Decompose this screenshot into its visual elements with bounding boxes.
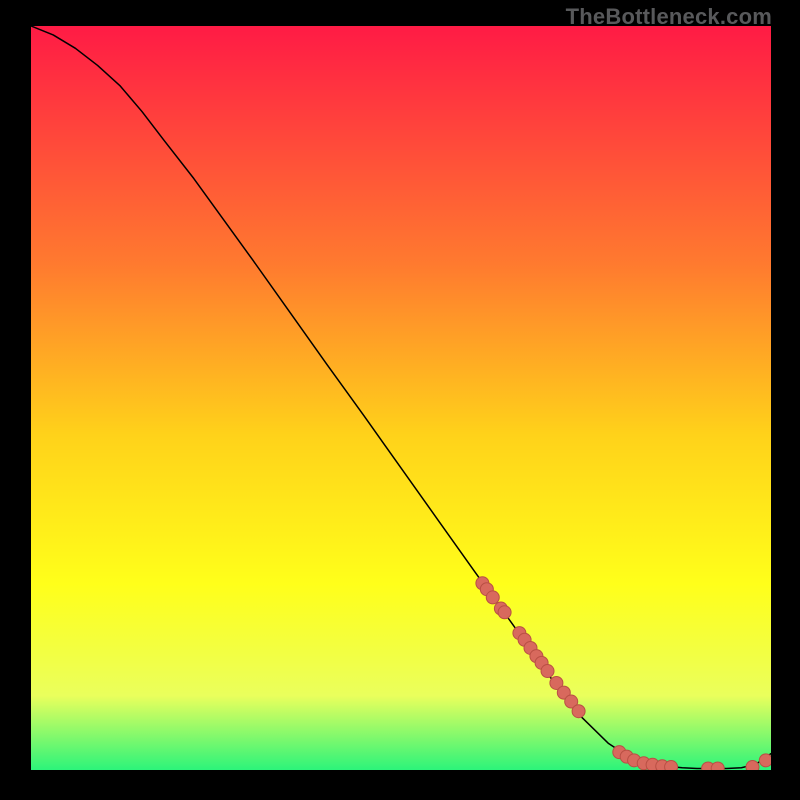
marker-point <box>541 665 554 678</box>
marker-point <box>572 705 585 718</box>
plot-area <box>31 26 771 770</box>
marker-point <box>759 754 771 767</box>
marker-point <box>665 761 678 770</box>
marker-point <box>486 591 499 604</box>
chart-stage: TheBottleneck.com <box>0 0 800 800</box>
plot-svg <box>31 26 771 770</box>
marker-point <box>498 606 511 619</box>
gradient-background <box>31 26 771 770</box>
watermark-text: TheBottleneck.com <box>566 4 772 30</box>
marker-point <box>746 761 759 770</box>
marker-point <box>711 762 724 770</box>
